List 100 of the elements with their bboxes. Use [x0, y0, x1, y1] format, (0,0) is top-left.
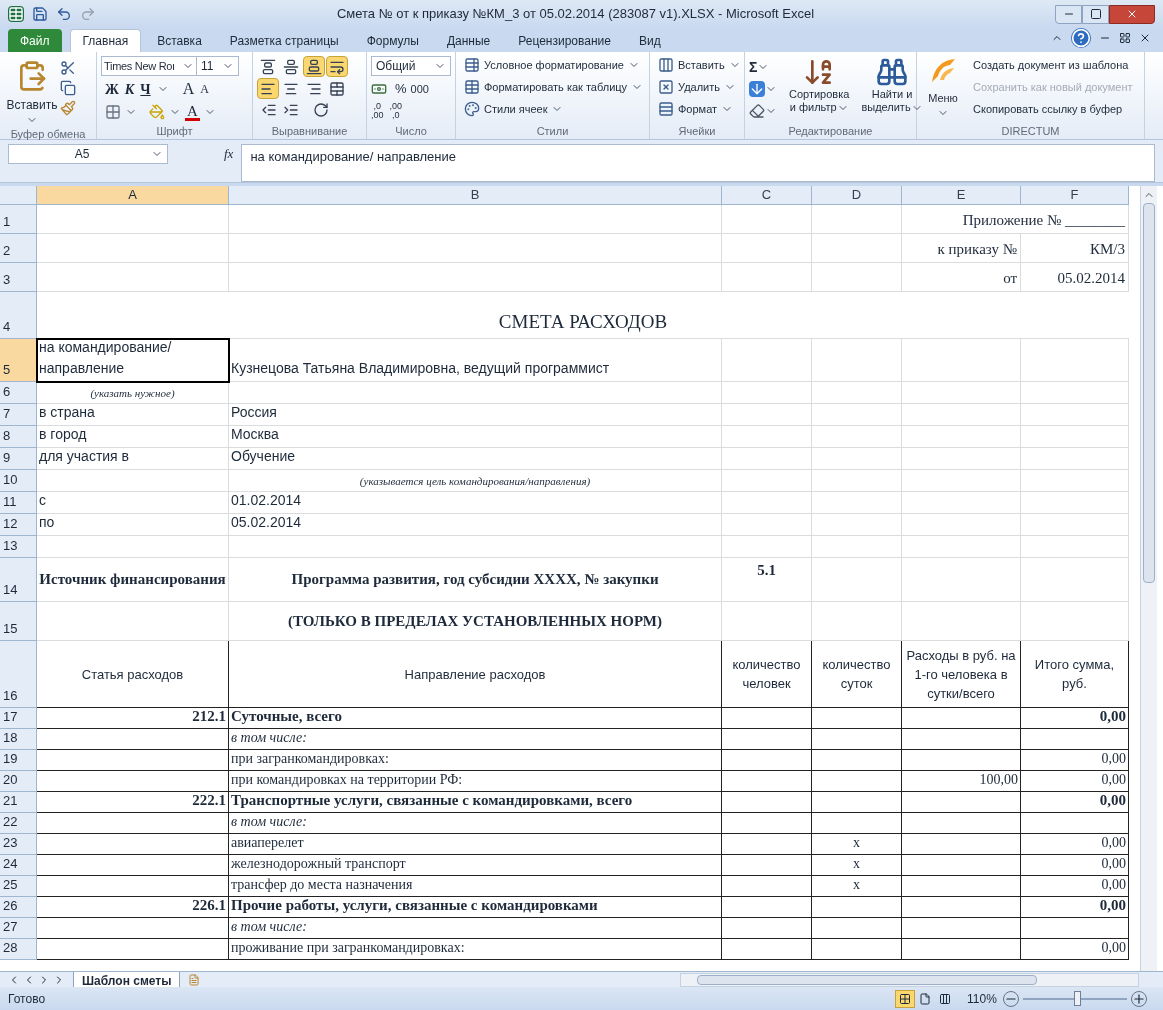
close-button[interactable]	[1109, 4, 1155, 24]
indent-increase-icon[interactable]	[283, 102, 299, 118]
row-header[interactable]: 3	[0, 263, 37, 292]
ribbon-tab[interactable]: Файл	[8, 29, 62, 52]
horizontal-scrollbar[interactable]	[680, 972, 1139, 987]
undo-icon[interactable]	[56, 6, 72, 22]
directum-menu-button[interactable]: Меню	[921, 56, 965, 123]
row-header[interactable]: 12	[0, 514, 37, 536]
copy-icon[interactable]	[60, 80, 76, 96]
orientation-icon[interactable]	[313, 102, 329, 118]
column-header[interactable]: B	[229, 186, 722, 204]
row-header[interactable]: 18	[0, 729, 37, 750]
brush-icon[interactable]	[60, 100, 76, 116]
column-header[interactable]: A	[37, 186, 229, 204]
new-sheet-icon[interactable]	[188, 973, 201, 986]
maximize-button[interactable]	[1082, 4, 1109, 24]
cells-menu-button[interactable]: Формат	[658, 100, 741, 118]
row-header[interactable]: 1	[0, 205, 37, 234]
row-header[interactable]: 25	[0, 876, 37, 897]
align-button[interactable]	[257, 78, 279, 99]
align-button[interactable]	[326, 56, 348, 77]
restore-icon[interactable]	[1119, 32, 1131, 44]
row-header[interactable]: 4	[0, 292, 37, 339]
column-header[interactable]: D	[812, 186, 902, 204]
autosum-button[interactable]: Σ	[749, 58, 777, 76]
row-header[interactable]: 15	[0, 602, 37, 641]
sheet-title: СМЕТА РАСХОДОВ	[37, 292, 1129, 339]
name-box[interactable]: A5	[8, 144, 168, 164]
number-format-field[interactable]: Общий	[371, 56, 451, 76]
row-header[interactable]: 7	[0, 404, 37, 426]
row-header[interactable]: 13	[0, 536, 37, 558]
bold-button[interactable]: Ж	[105, 78, 119, 100]
increase-decimal-button[interactable]: ,0 ,00	[371, 102, 384, 120]
fill-color-icon[interactable]	[149, 104, 165, 120]
font-size-field[interactable]: 11	[197, 56, 239, 76]
row-header[interactable]: 14	[0, 558, 37, 602]
ribbon-tab[interactable]: Вставка	[145, 29, 214, 52]
sheet-tab[interactable]: Шаблон сметы	[73, 971, 181, 988]
ribbon-tab[interactable]: Разметка страницы	[217, 29, 351, 52]
row-header[interactable]: 2	[0, 234, 37, 263]
row-header[interactable]: 23	[0, 834, 37, 855]
spreadsheet-app-icon[interactable]	[8, 6, 24, 22]
decrease-decimal-button[interactable]: ,00 ,0	[389, 102, 403, 120]
row-header[interactable]: 11	[0, 492, 37, 514]
ribbon-tab[interactable]: Рецензирование	[506, 29, 623, 52]
italic-button[interactable]: К	[124, 78, 135, 100]
row-header[interactable]: 20	[0, 771, 37, 792]
cut-icon[interactable]	[60, 60, 76, 76]
help-icon[interactable]	[1071, 28, 1091, 48]
row-header[interactable]: 28	[0, 939, 37, 960]
underline-button[interactable]: Ч	[140, 78, 151, 100]
styles-menu-button[interactable]: Стили ячеек	[464, 100, 644, 118]
directum-action-link[interactable]: Создать документ из шаблона	[973, 56, 1133, 74]
row-header[interactable]: 8	[0, 426, 37, 448]
styles-menu-button[interactable]: Форматировать как таблицу	[464, 78, 644, 96]
borders-icon[interactable]	[105, 104, 121, 120]
row-header[interactable]: 27	[0, 918, 37, 939]
percent-button[interactable]: %	[395, 79, 407, 99]
formula-field[interactable]: на командирование/ направление	[241, 144, 1155, 182]
styles-menu-button[interactable]: Условное форматирование	[464, 56, 644, 74]
row-header[interactable]: 21	[0, 792, 37, 813]
row-header[interactable]: 6	[0, 382, 37, 404]
grow-font-button[interactable]: A	[182, 77, 195, 101]
vertical-scrollbar[interactable]	[1140, 186, 1157, 971]
close-icon[interactable]	[1139, 32, 1151, 44]
save-icon[interactable]	[32, 6, 48, 22]
paste-button[interactable]: Вставить	[4, 56, 60, 126]
shrink-font-button[interactable]: A	[200, 80, 209, 98]
row-header[interactable]: 24	[0, 855, 37, 876]
align-button[interactable]	[303, 56, 325, 77]
row-header[interactable]: 17	[0, 708, 37, 729]
row-header[interactable]: 22	[0, 813, 37, 834]
cells-menu-button[interactable]: Удалить	[658, 78, 741, 96]
font-name-field[interactable]: Times New Roı	[101, 56, 197, 76]
ribbon-tab[interactable]: Формулы	[354, 29, 431, 52]
column-header[interactable]: F	[1021, 186, 1129, 204]
thousands-button[interactable]: 000	[410, 80, 429, 98]
row-header[interactable]: 16	[0, 641, 37, 708]
sort-filter-button[interactable]: Сортировка и фильтр	[789, 56, 850, 123]
insert-function-button[interactable]: fx	[220, 144, 238, 164]
font-color-button[interactable]: A	[185, 103, 200, 121]
ribbon-tab[interactable]: Данные	[434, 29, 503, 52]
row-header[interactable]: 5	[0, 339, 37, 382]
row-header[interactable]: 19	[0, 750, 37, 771]
find-select-button[interactable]: Найти и выделить	[861, 56, 923, 123]
eraser-icon[interactable]	[749, 103, 765, 119]
zoom-slider-thumb[interactable]	[1074, 990, 1082, 1006]
row-header[interactable]: 26	[0, 897, 37, 918]
row-header[interactable]: 10	[0, 470, 37, 492]
row-header[interactable]: 9	[0, 448, 37, 470]
column-header[interactable]: E	[902, 186, 1021, 204]
indent-decrease-icon[interactable]	[261, 102, 277, 118]
ribbon-tab[interactable]: Главная	[69, 29, 142, 52]
column-header[interactable]: C	[722, 186, 812, 204]
cells-menu-button[interactable]: Вставить	[658, 56, 741, 74]
directum-action-link[interactable]: Скопировать ссылку в буфер	[973, 100, 1133, 118]
ribbon-tab[interactable]: Вид	[626, 29, 673, 52]
fill-down-icon[interactable]	[749, 81, 765, 97]
currency-icon[interactable]	[371, 81, 387, 97]
view-button[interactable]	[895, 989, 915, 1008]
